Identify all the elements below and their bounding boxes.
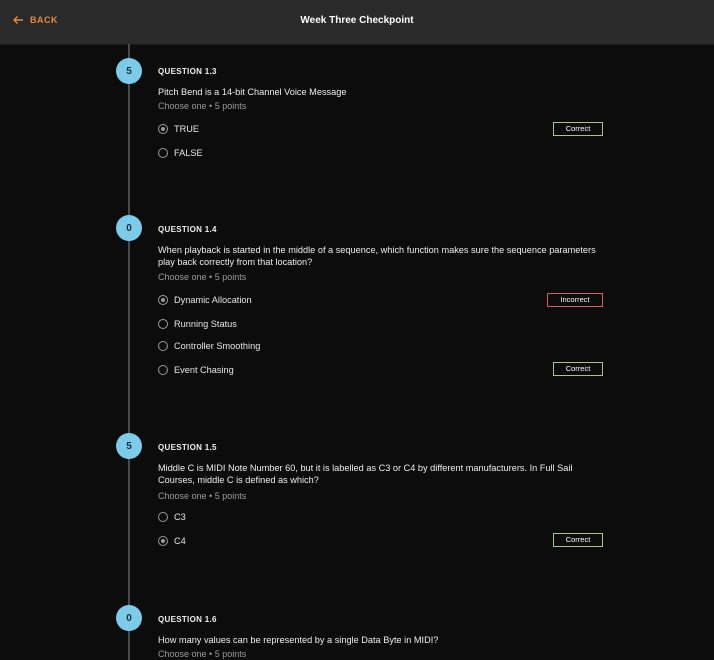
feedback-correct-badge: Correct	[553, 362, 603, 376]
feedback-correct-badge: Correct	[553, 122, 603, 136]
feedback-correct-badge: Correct	[553, 533, 603, 547]
option-label: C3	[174, 512, 186, 522]
option-label: Dynamic Allocation	[174, 295, 252, 305]
question-meta: Choose one • 5 points	[158, 272, 247, 282]
question-number: QUESTION 1.3	[158, 67, 217, 76]
question-meta: Choose one • 5 points	[158, 101, 247, 111]
feedback-incorrect-badge: Incorrect	[547, 293, 603, 307]
score-badge: 0	[116, 215, 142, 241]
top-bar: BACK Week Three Checkpoint	[0, 0, 714, 45]
option-label: Controller Smoothing	[174, 341, 261, 351]
radio-selected-icon	[158, 295, 168, 305]
page-title: Week Three Checkpoint	[300, 15, 414, 26]
option-radio[interactable]: TRUE	[158, 124, 199, 134]
radio-icon	[158, 341, 168, 351]
radio-icon	[158, 512, 168, 522]
question-text: Middle C is MIDI Note Number 60, but it …	[158, 463, 573, 485]
radio-icon	[158, 319, 168, 329]
question-text: How many values can be represented by a …	[158, 635, 439, 645]
option-radio[interactable]: C4	[158, 536, 186, 546]
option-radio[interactable]: FALSE	[158, 148, 203, 158]
question-text: Pitch Bend is a 14-bit Channel Voice Mes…	[158, 87, 347, 97]
option-label: Running Status	[174, 319, 237, 329]
question-number: QUESTION 1.4	[158, 225, 217, 234]
option-radio[interactable]: Controller Smoothing	[158, 341, 260, 351]
score-badge: 5	[116, 433, 142, 459]
radio-icon	[158, 365, 168, 375]
option-label: C4	[174, 536, 186, 546]
option-radio[interactable]: Event Chasing	[158, 365, 234, 375]
score-badge: 0	[116, 605, 142, 631]
option-label: TRUE	[174, 124, 200, 134]
timeline-line	[128, 44, 130, 660]
option-label: Event Chasing	[174, 365, 234, 375]
question-meta: Choose one • 5 points	[158, 649, 247, 659]
question-text: When playback is started in the middle o…	[158, 245, 596, 267]
score-badge: 5	[116, 58, 142, 84]
radio-selected-icon	[158, 536, 168, 546]
option-label: FALSE	[174, 148, 203, 158]
question-number: QUESTION 1.5	[158, 443, 217, 452]
radio-selected-icon	[158, 124, 168, 134]
radio-icon	[158, 148, 168, 158]
question-number: QUESTION 1.6	[158, 615, 217, 624]
option-radio[interactable]: C3	[158, 512, 186, 522]
option-radio[interactable]: Running Status	[158, 319, 237, 329]
question-meta: Choose one • 5 points	[158, 491, 247, 501]
option-radio[interactable]: Dynamic Allocation	[158, 295, 252, 305]
